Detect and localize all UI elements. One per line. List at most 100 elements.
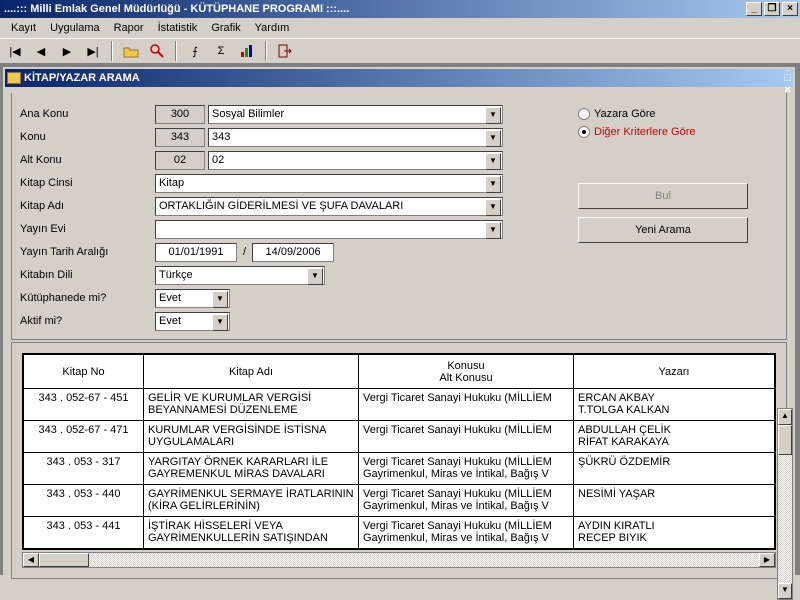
menu-grafik[interactable]: Grafik <box>204 20 247 36</box>
menu-istatistik[interactable]: İstatistik <box>151 20 205 36</box>
menu-kayit[interactable]: Kayıt <box>4 20 43 36</box>
table-cell[interactable]: 343 . 052-67 - 451 <box>24 389 144 421</box>
scroll-right-icon[interactable]: ▶ <box>759 553 775 567</box>
table-row[interactable]: 343 . 052-67 - 471KURUMLAR VERGİSİNDE İS… <box>24 421 775 453</box>
horizontal-scrollbar[interactable]: ◀ ▶ <box>22 552 776 568</box>
label-kitapadi: Kitap Adı <box>20 200 155 212</box>
table-cell[interactable]: GAYRİMENKUL SERMAYE İRATLARININ (KİRA GE… <box>144 485 359 517</box>
date-to[interactable]: 14/09/2006 <box>252 243 334 262</box>
chevron-down-icon[interactable]: ▼ <box>485 176 501 193</box>
table-cell[interactable]: NESİMİ YAŞAR <box>574 485 775 517</box>
table-cell[interactable]: 343 . 052-67 - 471 <box>24 421 144 453</box>
th-yazari[interactable]: Yazarı <box>574 355 775 389</box>
menu-uygulama[interactable]: Uygulama <box>43 20 107 36</box>
exit-icon[interactable] <box>274 40 296 62</box>
toolbar: |◀ ◀ ▶ ▶| ⨍ Σ <box>0 38 800 64</box>
table-cell[interactable]: ERCAN AKBAYT.TOLGA KALKAN <box>574 389 775 421</box>
search-icon[interactable] <box>146 40 168 62</box>
combo-anakonu[interactable]: Sosyal Bilimler▼ <box>208 105 503 124</box>
main-titlebar: ....::: Milli Emlak Genel Müdürlüğü - KÜ… <box>0 0 800 18</box>
scroll-up-icon[interactable]: ▲ <box>778 409 792 425</box>
combo-yayinevi[interactable]: ▼ <box>155 220 503 239</box>
sub-minimize-button[interactable]: _ <box>784 60 791 72</box>
combo-konu[interactable]: 343▼ <box>208 128 503 147</box>
th-konusu[interactable]: KonusuAlt Konusu <box>359 355 574 389</box>
label-kutuphanede: Kütüphanede mi? <box>20 292 155 304</box>
combo-altkonu[interactable]: 02▼ <box>208 151 503 170</box>
main-title: ....::: Milli Emlak Genel Müdürlüğü - KÜ… <box>2 3 744 15</box>
table-cell[interactable]: Vergi Ticaret Sanayi Hukuku (MİLLİEM Gay… <box>359 517 574 549</box>
label-anakonu: Ana Konu <box>20 108 155 120</box>
func-icon[interactable]: ⨍ <box>184 40 206 62</box>
table-cell[interactable]: ABDULLAH ÇELİKRİFAT KARAKAYA <box>574 421 775 453</box>
table-row[interactable]: 343 . 053 - 441İŞTİRAK HİSSELERİ VEYA GA… <box>24 517 775 549</box>
date-from[interactable]: 01/01/1991 <box>155 243 237 262</box>
sub-titlebar: KİTAP/YAZAR ARAMA _ □ × <box>5 69 793 87</box>
th-kitapno[interactable]: Kitap No <box>24 355 144 389</box>
bul-button[interactable]: Bul <box>578 183 748 209</box>
combo-aktif[interactable]: Evet▼ <box>155 312 230 331</box>
chevron-down-icon[interactable]: ▼ <box>212 291 228 308</box>
minimize-button[interactable]: _ <box>746 2 762 16</box>
table-cell[interactable]: 343 . 053 - 317 <box>24 453 144 485</box>
code-konu[interactable]: 343 <box>155 128 205 147</box>
chevron-down-icon[interactable]: ▼ <box>485 222 501 239</box>
folder-icon <box>7 72 21 84</box>
nav-last-icon[interactable]: ▶| <box>82 40 104 62</box>
chevron-down-icon[interactable]: ▼ <box>212 314 228 331</box>
table-cell[interactable]: Vergi Ticaret Sanayi Hukuku (MİLLİEM Gay… <box>359 453 574 485</box>
chevron-down-icon[interactable]: ▼ <box>485 153 501 170</box>
table-cell[interactable]: ŞÜKRÜ ÖZDEMİR <box>574 453 775 485</box>
menubar: Kayıt Uygulama Rapor İstatistik Grafik Y… <box>0 18 800 38</box>
label-aktif: Aktif mi? <box>20 315 155 327</box>
maximize-button[interactable]: ❐ <box>764 2 780 16</box>
combo-kutuphanede[interactable]: Evet▼ <box>155 289 230 308</box>
yeni-arama-button[interactable]: Yeni Arama <box>578 217 748 243</box>
table-cell[interactable]: 343 . 053 - 441 <box>24 517 144 549</box>
scroll-thumb[interactable] <box>39 553 89 567</box>
th-kitapadi[interactable]: Kitap Adı <box>144 355 359 389</box>
code-anakonu[interactable]: 300 <box>155 105 205 124</box>
nav-next-icon[interactable]: ▶ <box>56 40 78 62</box>
chevron-down-icon[interactable]: ▼ <box>307 268 323 285</box>
chevron-down-icon[interactable]: ▼ <box>485 130 501 147</box>
menu-rapor[interactable]: Rapor <box>107 20 151 36</box>
table-row[interactable]: 343 . 053 - 317YARGITAY ÖRNEK KARARLARI … <box>24 453 775 485</box>
sub-close-button[interactable]: × <box>784 84 791 96</box>
nav-first-icon[interactable]: |◀ <box>4 40 26 62</box>
vertical-scrollbar[interactable]: ▲ ▼ <box>777 408 793 600</box>
combo-kitabindili[interactable]: Türkçe▼ <box>155 266 325 285</box>
close-button[interactable]: × <box>782 2 798 16</box>
label-kitabindili: Kitabın Dili <box>20 269 155 281</box>
radio-diger-kriterlere[interactable]: Diğer Kriterlere Göre <box>578 123 778 141</box>
scroll-thumb-v[interactable] <box>778 425 792 455</box>
table-cell[interactable]: 343 . 053 - 440 <box>24 485 144 517</box>
chart-icon[interactable] <box>236 40 258 62</box>
label-kitapcinsi: Kitap Cinsi <box>20 177 155 189</box>
sum-icon[interactable]: Σ <box>210 40 232 62</box>
chevron-down-icon[interactable]: ▼ <box>485 199 501 216</box>
combo-kitapadi[interactable]: ORTAKLIĞIN GİDERİLMESİ VE ŞUFA DAVALARI▼ <box>155 197 503 216</box>
table-cell[interactable]: AYDIN KIRATLIRECEP BIYIK <box>574 517 775 549</box>
code-altkonu[interactable]: 02 <box>155 151 205 170</box>
table-cell[interactable]: KURUMLAR VERGİSİNDE İSTİSNA UYGULAMALARI <box>144 421 359 453</box>
menu-yardim[interactable]: Yardım <box>248 20 297 36</box>
table-cell[interactable]: GELİR VE KURUMLAR VERGİSİ BEYANNAMESİ DÜ… <box>144 389 359 421</box>
nav-prev-icon[interactable]: ◀ <box>30 40 52 62</box>
radio-yazara-gore[interactable]: Yazara Göre <box>578 105 778 123</box>
table-row[interactable]: 343 . 053 - 440GAYRİMENKUL SERMAYE İRATL… <box>24 485 775 517</box>
table-row[interactable]: 343 . 052-67 - 451GELİR VE KURUMLAR VERG… <box>24 389 775 421</box>
table-cell[interactable]: Vergi Ticaret Sanayi Hukuku (MİLLİEM <box>359 389 574 421</box>
sub-maximize-button[interactable]: □ <box>784 72 791 84</box>
table-cell[interactable]: Vergi Ticaret Sanayi Hukuku (MİLLİEM Gay… <box>359 485 574 517</box>
open-folder-icon[interactable] <box>120 40 142 62</box>
table-cell[interactable]: YARGITAY ÖRNEK KARARLARI İLE GAYREMENKUL… <box>144 453 359 485</box>
results-table: Kitap No Kitap Adı KonusuAlt Konusu Yaza… <box>22 353 776 550</box>
chevron-down-icon[interactable]: ▼ <box>485 107 501 124</box>
scroll-down-icon[interactable]: ▼ <box>778 583 792 599</box>
table-cell[interactable]: Vergi Ticaret Sanayi Hukuku (MİLLİEM <box>359 421 574 453</box>
scroll-left-icon[interactable]: ◀ <box>23 553 39 567</box>
label-altkonu: Alt Konu <box>20 154 155 166</box>
table-cell[interactable]: İŞTİRAK HİSSELERİ VEYA GAYRİMENKULLERİN … <box>144 517 359 549</box>
combo-kitapcinsi[interactable]: Kitap▼ <box>155 174 503 193</box>
